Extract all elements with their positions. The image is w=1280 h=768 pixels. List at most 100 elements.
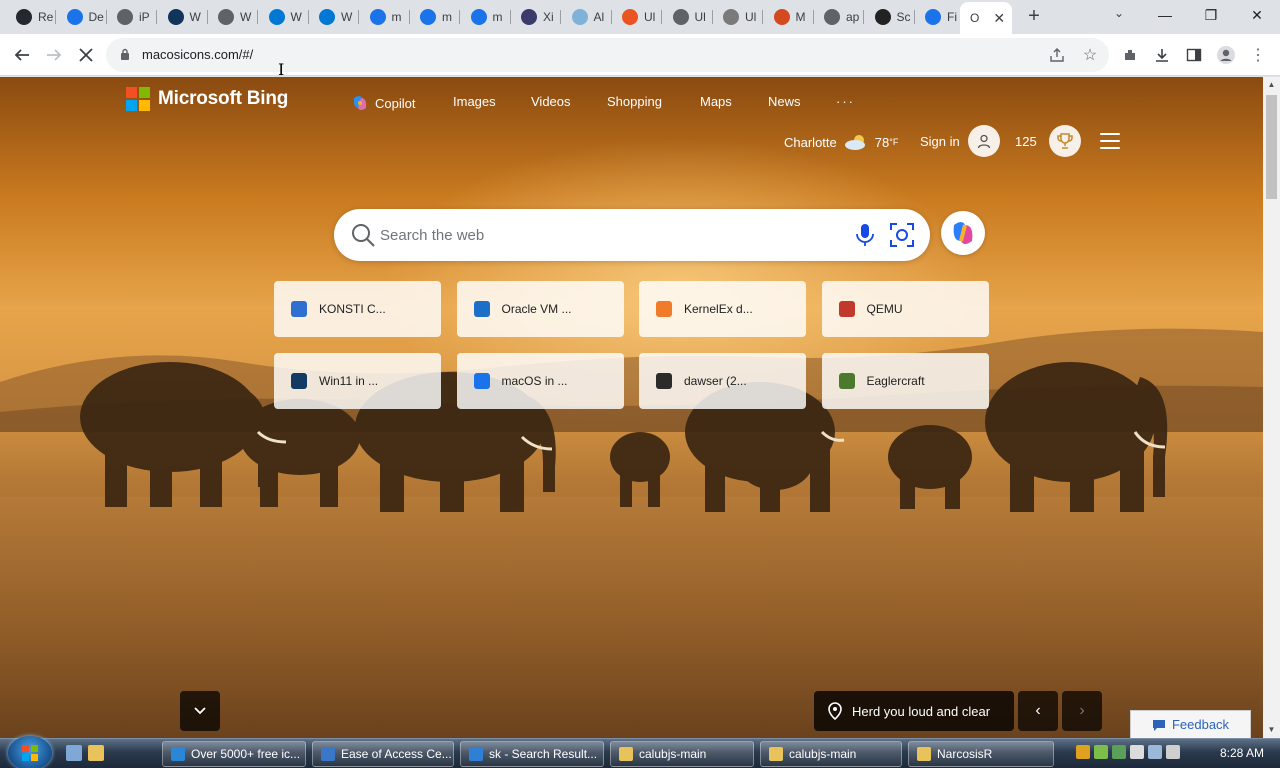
taskbar-item[interactable]: sk - Search Result...: [460, 741, 604, 767]
menu-kebab-icon[interactable]: ⋮: [1245, 42, 1271, 68]
copilot-icon: [953, 222, 973, 244]
shortcut-tile[interactable]: macOS in ...: [456, 353, 624, 409]
next-image-button[interactable]: ›: [1062, 691, 1102, 731]
nav-more[interactable]: ···: [836, 94, 855, 109]
browser-tab[interactable]: iP: [107, 4, 157, 30]
previous-image-button[interactable]: ‹: [1018, 691, 1058, 731]
network-tray-icon[interactable]: [1148, 745, 1162, 759]
extension-icon[interactable]: [1117, 42, 1143, 68]
browser-tab[interactable]: ap: [814, 4, 864, 30]
feedback-button[interactable]: Feedback: [1130, 710, 1251, 738]
taskbar-app-icon: [321, 747, 335, 761]
scroll-down-arrow-icon[interactable]: ▼: [1263, 722, 1280, 738]
microphone-icon[interactable]: [854, 222, 876, 248]
browser-tab[interactable]: m: [360, 4, 410, 30]
close-window-icon[interactable]: ✕: [1234, 0, 1280, 30]
tab-label: W: [240, 10, 252, 24]
back-icon[interactable]: [8, 42, 36, 68]
taskbar-app-icon: [769, 747, 783, 761]
copilot-button[interactable]: [941, 211, 985, 255]
browser-tab[interactable]: W: [259, 4, 309, 30]
browser-tab[interactable]: M: [764, 4, 814, 30]
browser-tab[interactable]: Ul: [663, 4, 713, 30]
forward-icon[interactable]: [40, 42, 68, 68]
visual-search-icon[interactable]: [889, 222, 915, 248]
nav-maps[interactable]: Maps: [700, 94, 732, 109]
tab-active[interactable]: O ✕: [960, 2, 1012, 34]
profile-icon[interactable]: [1213, 42, 1239, 68]
hamburger-menu-icon[interactable]: [1100, 133, 1120, 149]
browser-tab[interactable]: Ul: [612, 4, 662, 30]
tab-favicon-icon: [521, 9, 537, 25]
stop-loading-icon[interactable]: [72, 42, 100, 68]
sign-in-button[interactable]: Sign in: [920, 125, 1000, 157]
vertical-scrollbar[interactable]: ▲ ▼: [1263, 77, 1280, 738]
bookmark-star-icon[interactable]: ☆: [1077, 42, 1103, 68]
restore-icon[interactable]: ❐: [1188, 0, 1234, 30]
nav-videos[interactable]: Videos: [531, 94, 571, 109]
browser-tab[interactable]: W: [208, 4, 258, 30]
taskbar-item[interactable]: Ease of Access Ce...: [312, 741, 454, 767]
nav-news[interactable]: News: [768, 94, 801, 109]
shortcut-tile[interactable]: KernelEx d...: [639, 281, 806, 337]
minimize-icon[interactable]: —: [1142, 0, 1188, 30]
taskbar-item[interactable]: calubjs-main: [760, 741, 902, 767]
device-tray-icon[interactable]: [1130, 745, 1144, 759]
browser-tab[interactable]: m: [410, 4, 460, 30]
shortcut-tile[interactable]: KONSTI C...: [274, 281, 441, 337]
shortcut-tile[interactable]: QEMU: [821, 281, 989, 337]
shortcut-tile[interactable]: dawser (2...: [639, 353, 806, 409]
sign-in-label: Sign in: [920, 133, 960, 149]
file-explorer-icon[interactable]: [88, 745, 104, 761]
side-panel-icon[interactable]: [1181, 42, 1207, 68]
tab-search-icon[interactable]: ⌄: [1108, 6, 1130, 26]
shortcut-tile[interactable]: Eaglercraft: [821, 353, 989, 409]
browser-tab[interactable]: Al: [562, 4, 612, 30]
taskbar-item[interactable]: Over 5000+ free ic...: [162, 741, 306, 767]
volume-muted-icon[interactable]: [1166, 745, 1180, 759]
image-caption-button[interactable]: Herd you loud and clear: [814, 691, 1014, 731]
download-icon[interactable]: [1149, 42, 1175, 68]
site-favicon-icon: [838, 373, 855, 389]
rewards-widget[interactable]: 125: [1015, 125, 1081, 157]
browser-tab[interactable]: Ul: [713, 4, 763, 30]
scrollbar-thumb[interactable]: [1266, 95, 1277, 199]
new-tab-button[interactable]: +: [1022, 5, 1046, 29]
app-tray-icon[interactable]: [1112, 745, 1126, 759]
browser-tab[interactable]: De: [57, 4, 107, 30]
browser-tab[interactable]: Sc: [865, 4, 915, 30]
nav-shopping[interactable]: Shopping: [607, 94, 662, 109]
bing-logo[interactable]: Microsoft Bing: [126, 87, 288, 111]
taskbar-item[interactable]: calubjs-main: [610, 741, 754, 767]
share-icon[interactable]: [1044, 42, 1070, 68]
browser-tab[interactable]: Xi: [511, 4, 561, 30]
lock-icon[interactable]: [120, 48, 130, 61]
browser-tab[interactable]: Re: [6, 4, 56, 30]
taskbar-item[interactable]: NarcosisR: [908, 741, 1054, 767]
update-tray-icon[interactable]: [1094, 745, 1108, 759]
scroll-up-arrow-icon[interactable]: ▲: [1263, 77, 1280, 93]
nav-images[interactable]: Images: [453, 94, 496, 109]
windows-taskbar: Over 5000+ free ic... Ease of Access Ce..…: [0, 736, 1280, 768]
shield-tray-icon[interactable]: [1076, 745, 1090, 759]
shortcut-label: KONSTI C...: [319, 302, 386, 316]
browser-tab[interactable]: Fi: [915, 4, 965, 30]
address-bar[interactable]: macosicons.com/#/ I ☆: [106, 38, 1109, 79]
taskbar-app-icon: [469, 747, 483, 761]
shortcut-tile[interactable]: Oracle VM ...: [456, 281, 624, 337]
search-input[interactable]: [380, 223, 840, 247]
chevron-down-icon: [194, 707, 206, 715]
tab-favicon-icon: [925, 9, 941, 25]
show-desktop-icon[interactable]: [66, 745, 82, 761]
taskbar-clock[interactable]: 8:28 AM: [1220, 746, 1264, 760]
shortcut-tile[interactable]: Win11 in ...: [274, 353, 441, 409]
browser-tab[interactable]: W: [158, 4, 208, 30]
shortcut-label: dawser (2...: [684, 374, 747, 388]
nav-copilot[interactable]: Copilot: [351, 94, 415, 112]
weather-widget[interactable]: Charlotte 78 °F: [784, 132, 898, 152]
start-button[interactable]: [8, 736, 52, 768]
close-tab-icon[interactable]: ✕: [993, 10, 1005, 27]
browser-tab[interactable]: W: [309, 4, 359, 30]
browser-tab[interactable]: m: [461, 4, 511, 30]
scroll-down-button[interactable]: [180, 691, 220, 731]
